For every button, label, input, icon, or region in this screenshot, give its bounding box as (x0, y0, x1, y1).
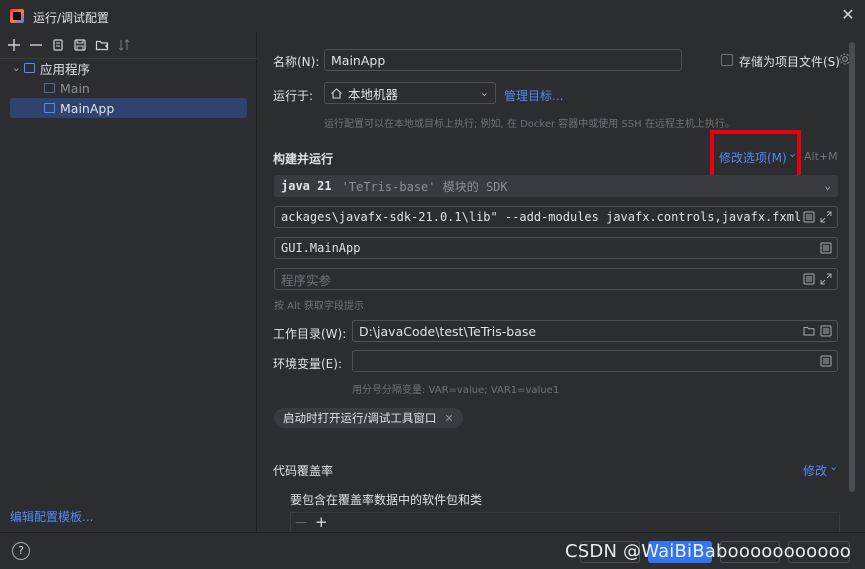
env-vars-hint: 用分号分隔变量: VAR=value; VAR1=value1 (352, 385, 560, 396)
name-label: 名称(N): (273, 55, 320, 69)
run-on-value: 本地机器 (348, 86, 399, 102)
working-dir-value: D:\javaCode\test\TeTris-base (359, 323, 537, 339)
edit-config-templates-link[interactable]: 编辑配置模板... (10, 508, 93, 525)
folder-icon[interactable] (92, 36, 111, 54)
list-icon[interactable] (803, 273, 815, 285)
list-icon[interactable] (803, 211, 815, 223)
tree-item-main[interactable]: Main (10, 78, 247, 98)
build-run-section-title: 构建并运行 (273, 152, 334, 166)
env-vars-input[interactable] (352, 350, 838, 372)
working-dir-label: 工作目录(W): (273, 327, 347, 341)
sdk-detail: 'TeTris-base' 模块的 SDK (341, 179, 508, 194)
chevron-down-icon: ⌄ (829, 460, 839, 473)
tree-group-label: 应用程序 (40, 61, 91, 77)
coverage-packages-list: — + (290, 512, 840, 532)
tree-group-application[interactable]: ⌄ 应用程序 (10, 58, 247, 78)
application-config-icon (24, 63, 35, 73)
program-arguments-input[interactable]: 程序实参 (274, 268, 838, 290)
config-form-panel: 名称(N): MainApp 存储为项目文件(S) 运行于: 本地机器 ⌄ 管理… (258, 32, 865, 532)
close-icon[interactable]: ✕ (444, 412, 453, 425)
name-input[interactable]: MainApp (324, 49, 682, 71)
sdk-main: java 21 (281, 179, 332, 193)
modify-options-shortcut: Alt+M (804, 150, 838, 163)
sort-icon[interactable] (114, 36, 133, 54)
dialog-button-bar: ? CSDN @WaiBiBabooooooooooo (0, 532, 865, 569)
close-icon[interactable]: ✕ (840, 7, 856, 23)
vm-options-input[interactable]: ackages\javafx-sdk-21.0.1\lib" --add-mod… (274, 206, 838, 228)
coverage-modify-link[interactable]: 修改 (803, 462, 827, 479)
list-icon[interactable] (820, 242, 832, 254)
csdn-watermark: CSDN @WaiBiBabooooooooooo (564, 541, 851, 562)
open-tool-window-chip[interactable]: 启动时打开运行/调试工具窗口 ✕ (274, 408, 463, 428)
config-icon (44, 103, 55, 113)
copy-icon[interactable] (48, 36, 67, 54)
chip-label: 启动时打开运行/调试工具窗口 (283, 411, 437, 425)
main-class-input[interactable]: GUI.MainApp (274, 237, 838, 259)
remove-icon: — (295, 515, 307, 529)
folder-icon[interactable] (803, 325, 815, 337)
home-icon (330, 87, 343, 100)
coverage-include-label: 要包含在覆盖率数据中的软件包和类 (290, 493, 483, 507)
expand-icon[interactable] (820, 273, 832, 285)
highlight-annotation-box (710, 130, 801, 181)
add-icon[interactable] (4, 36, 23, 54)
run-on-label: 运行于: (273, 89, 314, 103)
title-bar: 运行/调试配置 ✕ (0, 0, 865, 32)
env-vars-label: 环境变量(E): (273, 357, 342, 371)
chevron-down-icon: ⌄ (824, 179, 831, 192)
tree-item-mainapp[interactable]: MainApp (10, 98, 247, 118)
coverage-section-title: 代码覆盖率 (273, 464, 334, 478)
tree-toolbar (0, 36, 133, 56)
intellij-app-icon (10, 9, 24, 23)
form-scrollbar[interactable] (849, 42, 855, 492)
program-args-placeholder: 程序实参 (281, 272, 332, 288)
store-as-project-file-checkbox[interactable] (721, 54, 733, 66)
window-title: 运行/调试配置 (33, 11, 110, 25)
config-tree-panel: ⌄ 应用程序 Main MainApp 编辑配置模板... (0, 32, 257, 532)
config-icon (44, 83, 55, 93)
tree-item-label: Main (60, 80, 90, 96)
jdk-select[interactable]: java 21 'TeTris-base' 模块的 SDK ⌄ (274, 175, 838, 197)
help-icon[interactable]: ? (12, 542, 30, 560)
remove-icon[interactable] (26, 36, 45, 54)
working-dir-input[interactable]: D:\javaCode\test\TeTris-base (352, 320, 838, 342)
list-icon[interactable] (820, 325, 832, 337)
save-icon[interactable] (70, 36, 89, 54)
run-on-hint: 运行配置可以在本地或目标上执行; 例如, 在 Docker 容器中或使用 SSH… (324, 119, 735, 130)
vm-options-value: ackages\javafx-sdk-21.0.1\lib" --add-mod… (281, 210, 802, 224)
add-icon[interactable]: + (315, 513, 328, 531)
store-as-project-file-label: 存储为项目文件(S) (739, 55, 840, 69)
list-icon[interactable] (820, 355, 832, 367)
main-class-value: GUI.MainApp (281, 241, 361, 255)
manage-targets-link[interactable]: 管理目标... (504, 87, 563, 104)
chevron-down-icon[interactable]: ⌄ (12, 63, 24, 74)
expand-icon[interactable] (820, 211, 832, 223)
alt-field-hint: 按 Alt 获取字段提示 (274, 301, 364, 312)
tree-item-label: MainApp (60, 100, 115, 116)
name-value: MainApp (331, 52, 386, 68)
run-on-select[interactable]: 本地机器 ⌄ (324, 82, 496, 104)
chevron-down-icon: ⌄ (479, 86, 489, 99)
